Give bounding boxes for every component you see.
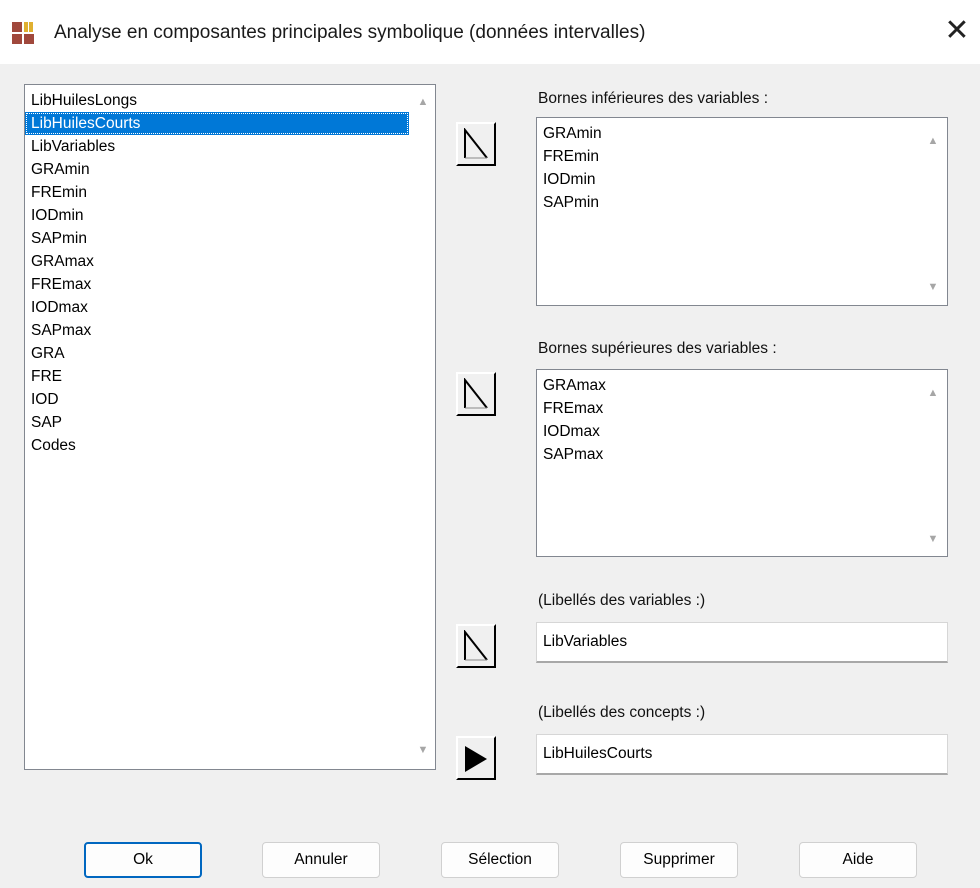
list-item[interactable]: IODmax: [537, 420, 947, 443]
close-icon: ✕: [944, 14, 970, 47]
arrow-right-outline-icon: [464, 378, 488, 409]
list-item[interactable]: IODmax: [25, 296, 435, 319]
list-item[interactable]: Codes: [25, 434, 435, 457]
arrow-right-filled-icon: [465, 746, 487, 772]
lower-bounds-list[interactable]: GRAmin FREmin IODmin SAPmin ▲ ▼: [536, 117, 948, 306]
scroll-down-icon[interactable]: ▼: [413, 741, 433, 759]
list-item[interactable]: IODmin: [25, 204, 435, 227]
upper-bounds-label: Bornes supérieures des variables :: [538, 340, 777, 357]
scroll-down-icon[interactable]: ▼: [923, 278, 943, 296]
list-item[interactable]: GRAmin: [25, 158, 435, 181]
list-item[interactable]: FREmax: [25, 273, 435, 296]
add-variable-labels-button[interactable]: [456, 624, 496, 668]
list-item[interactable]: LibHuilesCourts: [25, 112, 409, 135]
list-item[interactable]: IODmin: [537, 168, 947, 191]
list-item[interactable]: SAPmax: [25, 319, 435, 342]
list-item[interactable]: FREmin: [25, 181, 435, 204]
list-item[interactable]: LibHuilesLongs: [25, 89, 435, 112]
close-button[interactable]: ✕: [940, 14, 974, 48]
scroll-up-icon[interactable]: ▲: [923, 132, 943, 150]
list-item[interactable]: GRA: [25, 342, 435, 365]
window-title: Analyse en composantes principales symbo…: [54, 22, 646, 43]
list-item[interactable]: IOD: [25, 388, 435, 411]
source-variable-list[interactable]: LibHuilesLongs LibHuilesCourts LibVariable…: [24, 84, 436, 770]
list-item[interactable]: FRE: [25, 365, 435, 388]
add-concept-labels-button[interactable]: [456, 736, 496, 780]
cancel-button[interactable]: Annuler: [262, 842, 380, 878]
arrow-right-outline-icon: [464, 128, 488, 159]
selection-button[interactable]: Sélection: [441, 842, 559, 878]
list-item[interactable]: GRAmax: [25, 250, 435, 273]
title-bar: Analyse en composantes principales symbo…: [0, 0, 980, 64]
arrow-right-outline-icon: [464, 630, 488, 661]
upper-bounds-list[interactable]: GRAmax FREmax IODmax SAPmax ▲ ▼: [536, 369, 948, 557]
list-item[interactable]: SAPmin: [537, 191, 947, 214]
help-button[interactable]: Aide: [799, 842, 917, 878]
ok-button[interactable]: Ok: [84, 842, 202, 878]
list-item[interactable]: SAPmin: [25, 227, 435, 250]
concept-labels-label: (Libellés des concepts :): [538, 704, 706, 721]
list-item[interactable]: GRAmax: [537, 374, 947, 397]
list-item[interactable]: LibVariables: [25, 135, 435, 158]
list-item[interactable]: SAPmax: [537, 443, 947, 466]
scroll-up-icon[interactable]: ▲: [923, 384, 943, 402]
variable-labels-field[interactable]: LibVariables: [536, 622, 948, 663]
app-grid-icon: [12, 22, 34, 44]
list-item[interactable]: GRAmin: [537, 122, 947, 145]
delete-button[interactable]: Supprimer: [620, 842, 738, 878]
scroll-up-icon[interactable]: ▲: [413, 93, 433, 111]
scroll-down-icon[interactable]: ▼: [923, 530, 943, 548]
lower-bounds-label: Bornes inférieures des variables :: [538, 90, 769, 107]
concept-labels-field[interactable]: LibHuilesCourts: [536, 734, 948, 775]
list-item[interactable]: SAP: [25, 411, 435, 434]
add-lower-bounds-button[interactable]: [456, 122, 496, 166]
add-upper-bounds-button[interactable]: [456, 372, 496, 416]
variable-labels-label: (Libellés des variables :): [538, 592, 706, 609]
list-item[interactable]: FREmax: [537, 397, 947, 420]
list-item[interactable]: FREmin: [537, 145, 947, 168]
